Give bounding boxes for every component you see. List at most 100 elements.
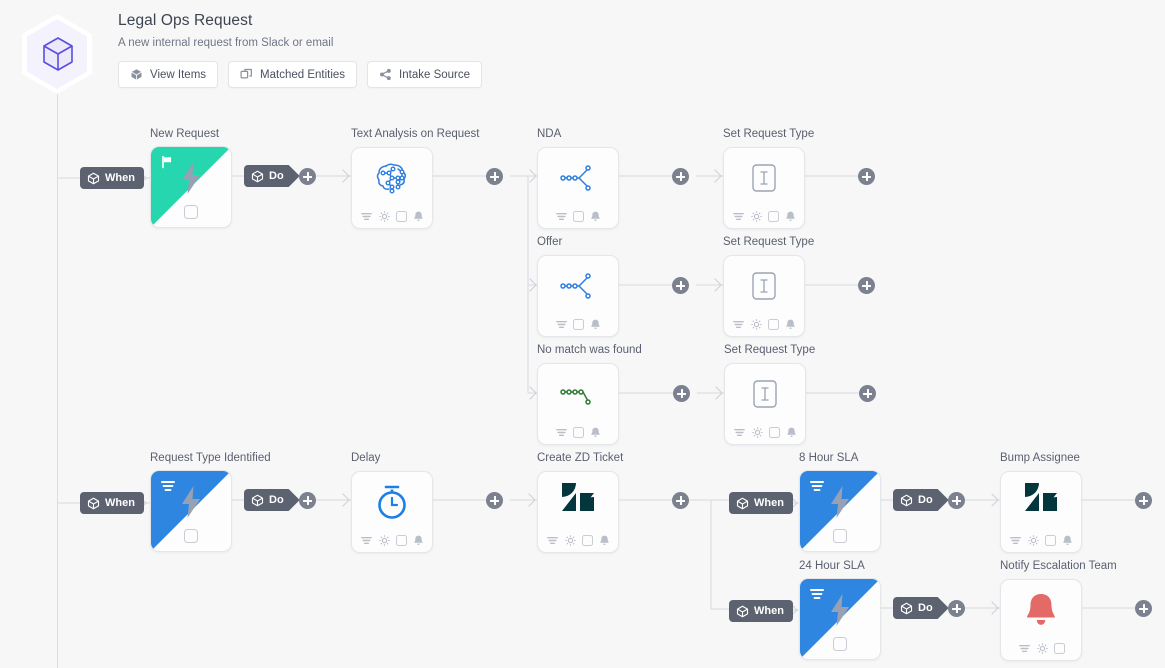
add-step-button[interactable] [486,492,503,509]
add-step-button[interactable] [858,168,875,185]
view-items-button[interactable]: View Items [118,61,219,88]
brain-network-icon [352,154,432,202]
node-label-bump-assignee: Bump Assignee [1000,452,1080,464]
checkbox-icon[interactable] [767,318,779,330]
checkbox-icon[interactable] [1044,534,1056,546]
filter-icon[interactable] [732,318,745,331]
add-step-button[interactable] [858,277,875,294]
add-step-button[interactable] [1135,492,1152,509]
matched-entities-button[interactable]: Matched Entities [228,61,358,88]
do-pill-8-hour-sla[interactable]: Do [893,489,949,511]
when-pill-8-hour-sla[interactable]: When [729,492,793,514]
trigger-checkbox[interactable] [184,529,198,543]
node-label-create-zd-ticket: Create ZD Ticket [537,452,624,464]
node-card-offer[interactable] [537,255,619,337]
gear-icon[interactable] [1027,534,1040,547]
add-step-button[interactable] [1135,600,1152,617]
cube-icon [251,494,264,507]
trigger-card-24-hour-sla[interactable] [799,578,881,660]
add-step-button[interactable] [948,600,965,617]
node-card-bump-assignee[interactable] [1000,471,1082,553]
gear-icon[interactable] [378,534,391,547]
checkbox-icon[interactable] [581,534,593,546]
workflow-logo [22,14,92,94]
when-pill-request-type-identified[interactable]: When [80,492,144,514]
add-step-button[interactable] [948,492,965,509]
trigger-card-8-hour-sla[interactable] [799,470,881,552]
trigger-checkbox[interactable] [833,637,847,651]
filter-icon[interactable] [1018,642,1031,655]
do-pill-request-type[interactable]: Do [244,489,300,511]
filter-icon[interactable] [360,534,373,547]
workflow-spine [57,93,58,668]
node-card-nda[interactable] [537,147,619,229]
when-pill-24-hour-sla[interactable]: When [729,600,793,622]
node-card-set-request-type-1[interactable] [723,147,805,229]
node-card-delay[interactable] [351,471,433,553]
branch-node-icon [538,262,618,310]
node-card-set-request-type-2[interactable] [723,255,805,337]
bell-icon[interactable] [1061,534,1074,547]
gear-icon[interactable] [751,426,764,439]
bell-icon[interactable] [784,318,797,331]
node-footer [724,317,804,331]
bell-icon[interactable] [785,426,798,439]
filter-icon[interactable] [732,210,745,223]
filter-icon[interactable] [1009,534,1022,547]
bell-icon[interactable] [784,210,797,223]
do-pill-24-hour-sla[interactable]: Do [893,597,949,619]
node-label-delay: Delay [351,452,381,464]
gear-icon[interactable] [378,210,391,223]
bell-icon[interactable] [589,426,602,439]
checkbox-icon[interactable] [572,318,584,330]
add-step-button[interactable] [299,492,316,509]
intake-source-button[interactable]: Intake Source [367,61,483,88]
checkbox-icon[interactable] [767,210,779,222]
gear-icon[interactable] [564,534,577,547]
checkbox-icon[interactable] [572,426,584,438]
filter-icon[interactable] [555,318,568,331]
add-step-button[interactable] [672,492,689,509]
filter-icon[interactable] [546,534,559,547]
checkbox-icon[interactable] [395,210,407,222]
checkbox-icon[interactable] [768,426,780,438]
node-share-icon [380,68,391,81]
checkbox-icon[interactable] [572,210,584,222]
trigger-checkbox[interactable] [833,529,847,543]
when-pill-new-request[interactable]: When [80,167,144,189]
gear-icon[interactable] [750,318,763,331]
trigger-checkbox[interactable] [184,205,198,219]
bell-icon[interactable] [412,534,425,547]
when-label: When [754,605,784,617]
add-step-button[interactable] [673,385,690,402]
do-pill-new-request[interactable]: Do [244,165,300,187]
node-card-notify-escalation-team[interactable] [1000,579,1082,661]
node-card-create-zd-ticket[interactable] [537,471,619,553]
checkbox-icon[interactable] [1053,642,1065,654]
filter-icon[interactable] [555,426,568,439]
bell-icon[interactable] [589,210,602,223]
add-step-button[interactable] [672,277,689,294]
filter-icon[interactable] [555,210,568,223]
bell-icon[interactable] [412,210,425,223]
gear-icon[interactable] [1036,642,1049,655]
cube-icon [900,602,913,615]
bell-icon[interactable] [589,318,602,331]
trigger-card-new-request[interactable] [150,146,232,228]
filter-icon[interactable] [733,426,746,439]
add-step-button[interactable] [299,168,316,185]
add-step-button[interactable] [486,168,503,185]
filter-icon[interactable] [360,210,373,223]
trigger-card-request-type-identified[interactable] [150,470,232,552]
node-card-set-request-type-3[interactable] [724,363,806,445]
node-card-text-analysis[interactable] [351,147,433,229]
node-footer [538,317,618,331]
add-step-button[interactable] [859,385,876,402]
checkbox-icon[interactable] [395,534,407,546]
gear-icon[interactable] [750,210,763,223]
add-step-button[interactable] [672,168,689,185]
node-label-request-type-identified: Request Type Identified [150,452,271,464]
node-label-set-request-type: Set Request Type [723,236,815,248]
node-card-no-match[interactable] [537,363,619,445]
bell-icon[interactable] [598,534,611,547]
